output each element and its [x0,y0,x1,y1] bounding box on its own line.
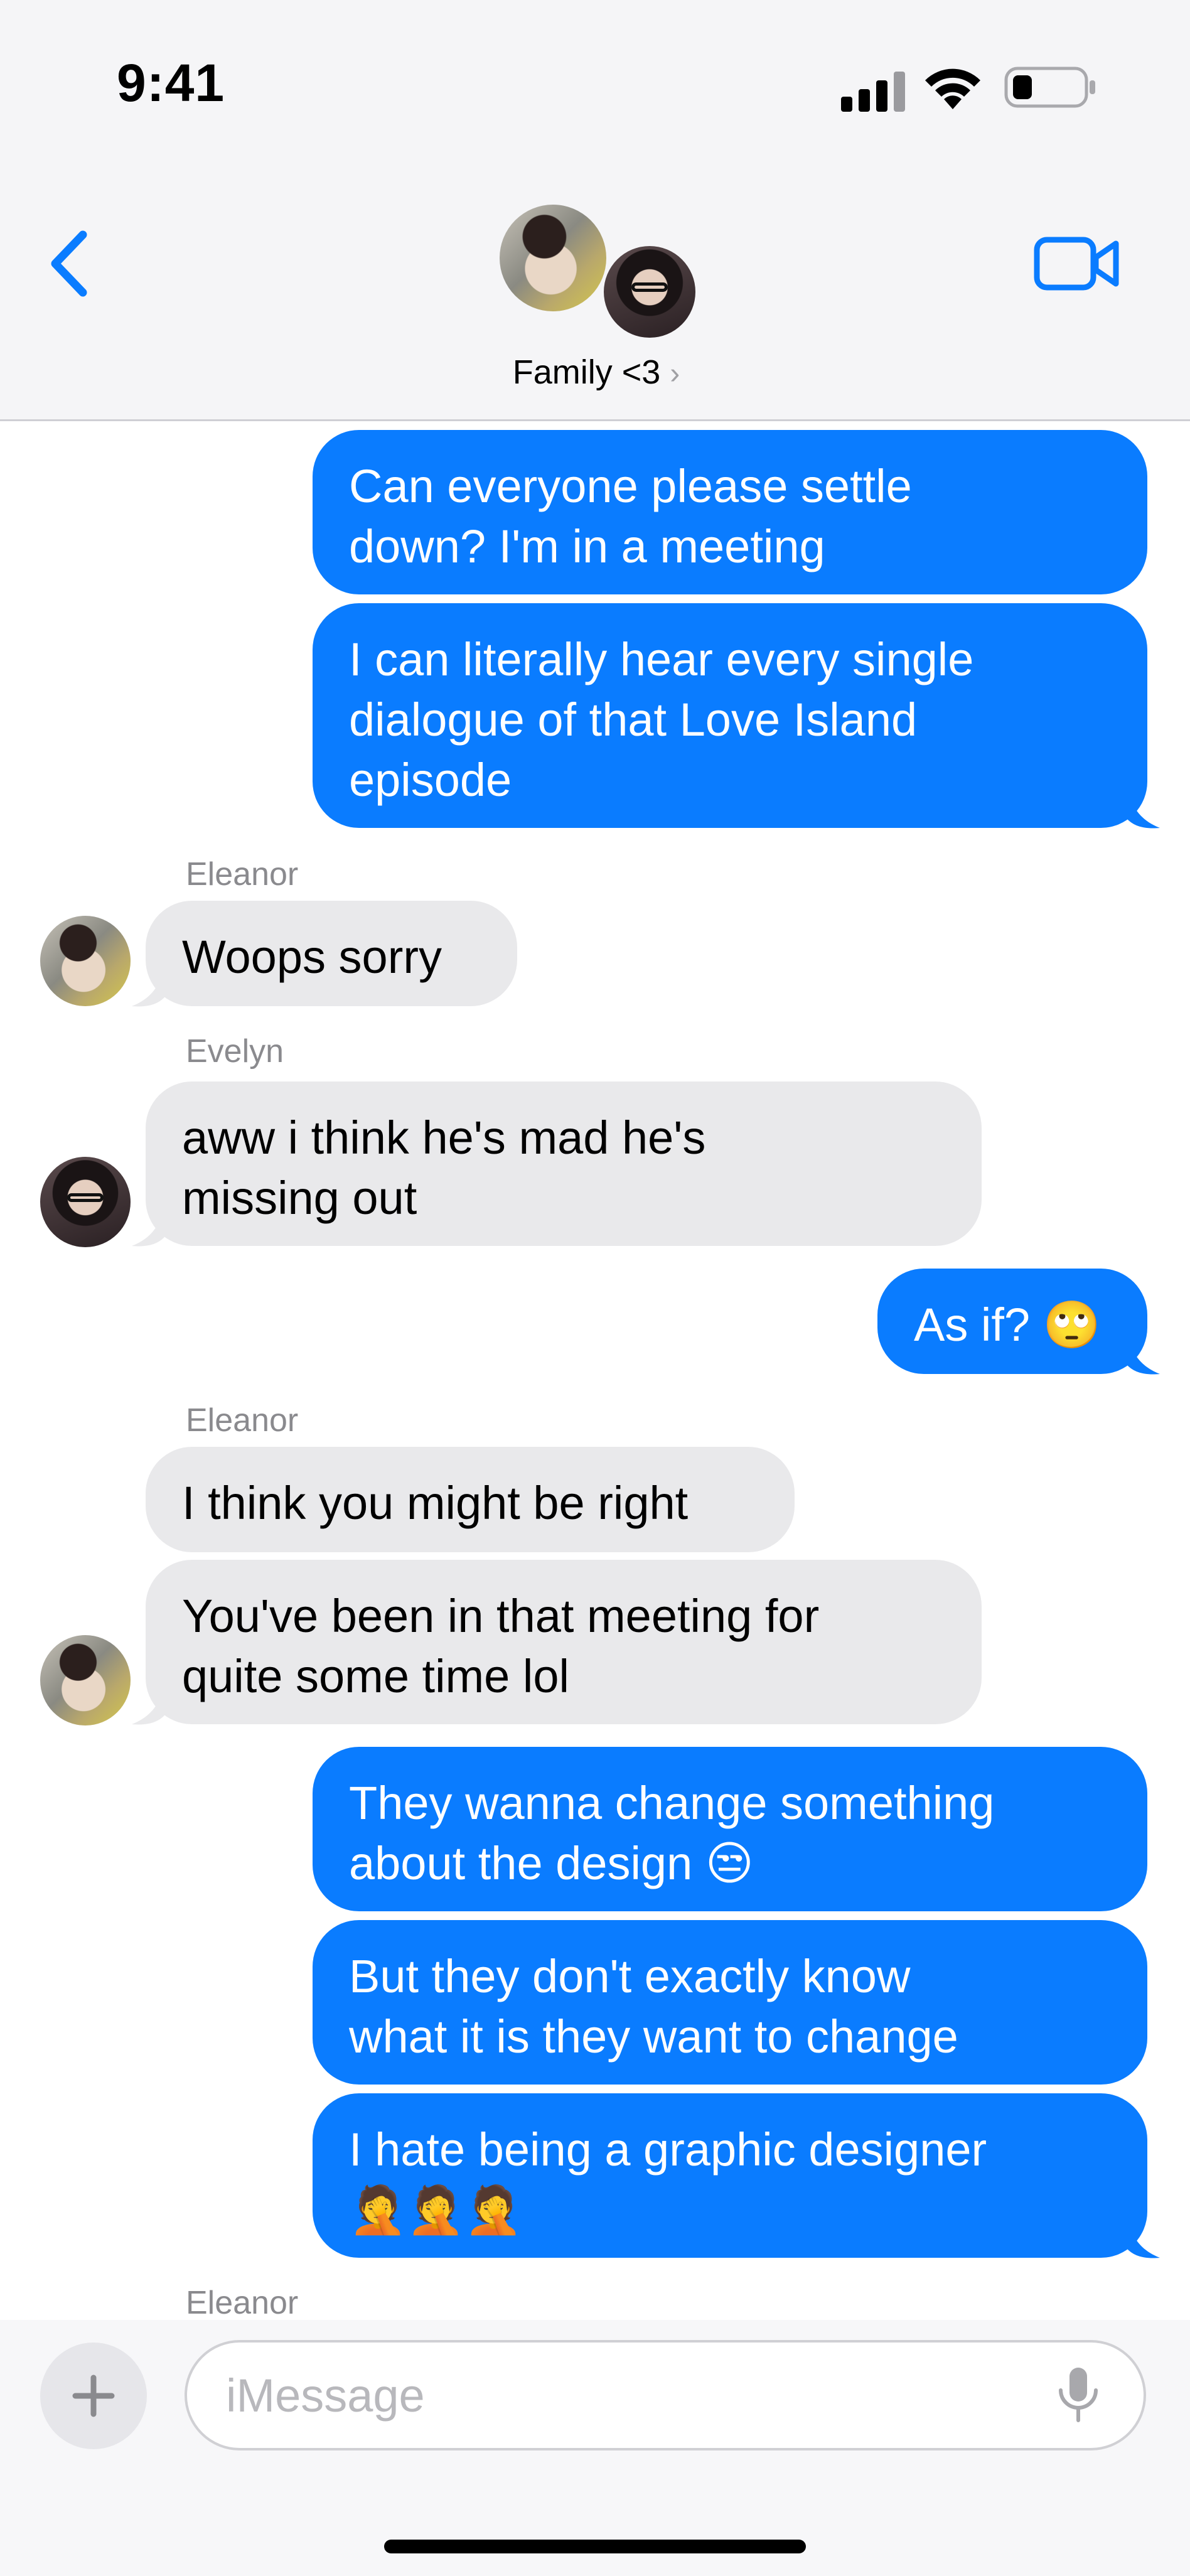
composer-bar: iMessage [0,2320,1190,2576]
video-camera-icon [1034,237,1119,291]
wifi-icon [923,64,983,112]
plus-icon [72,2375,115,2417]
chevron-right-icon: › [670,357,680,390]
message-bubble-outgoing[interactable]: I can literally hear every single dialog… [313,603,1147,828]
signal-icon [841,69,906,112]
bubble-tail [1127,1338,1160,1375]
sender-name: Eleanor [186,1402,299,1439]
message-bubble-outgoing[interactable]: They wanna change something about the de… [313,1747,1147,1911]
message-bubble-outgoing[interactable]: As if? 🙄 [877,1269,1147,1374]
group-title[interactable]: Family <3 › [439,353,753,392]
microphone-button[interactable] [1053,2365,1103,2425]
message-list[interactable]: Can everyone please settle down? I'm in … [0,421,1190,2321]
bubble-tail [1127,2221,1160,2258]
home-indicator[interactable] [384,2540,806,2553]
message-bubble-incoming[interactable]: Woops sorry [146,901,517,1006]
sender-name: Eleanor [186,2285,299,2321]
avatar [500,205,606,311]
bubble-tail [132,1688,164,1725]
bubble-tail [1127,792,1160,829]
message-bubble-outgoing[interactable]: I hate being a graphic designer 🤦🤦🤦 [313,2093,1147,2258]
bubble-tail [132,970,164,1007]
message-input[interactable]: iMessage [185,2340,1146,2450]
message-bubble-incoming[interactable]: aww i think he's mad he's missing out [146,1081,982,1246]
apps-plus-button[interactable] [40,2343,147,2449]
avatar[interactable] [40,1157,131,1247]
message-bubble-outgoing[interactable]: Can everyone please settle down? I'm in … [313,430,1147,594]
avatar [604,246,695,338]
microphone-icon [1059,2368,1098,2422]
status-time: 9:41 [117,53,225,112]
avatar[interactable] [40,1635,131,1725]
message-bubble-incoming[interactable]: You've been in that meeting for quite so… [146,1560,982,1724]
message-input-placeholder: iMessage [226,2369,425,2422]
sender-name: Eleanor [186,856,299,893]
message-bubble-outgoing[interactable]: But they don't exactly know what it is t… [313,1920,1147,2085]
chevron-left-icon [51,230,87,297]
avatar[interactable] [40,916,131,1006]
group-title-text: Family <3 [512,353,661,391]
bubble-tail [132,1210,164,1247]
battery-icon [1004,67,1097,108]
message-bubble-incoming[interactable]: I think you might be right [146,1447,795,1552]
group-avatars[interactable] [496,205,703,343]
sender-name: Evelyn [186,1033,284,1070]
conversation-header: 9:41 Family <3 › [0,0,1190,421]
video-call-button[interactable] [1033,232,1122,295]
back-button[interactable] [44,226,100,301]
